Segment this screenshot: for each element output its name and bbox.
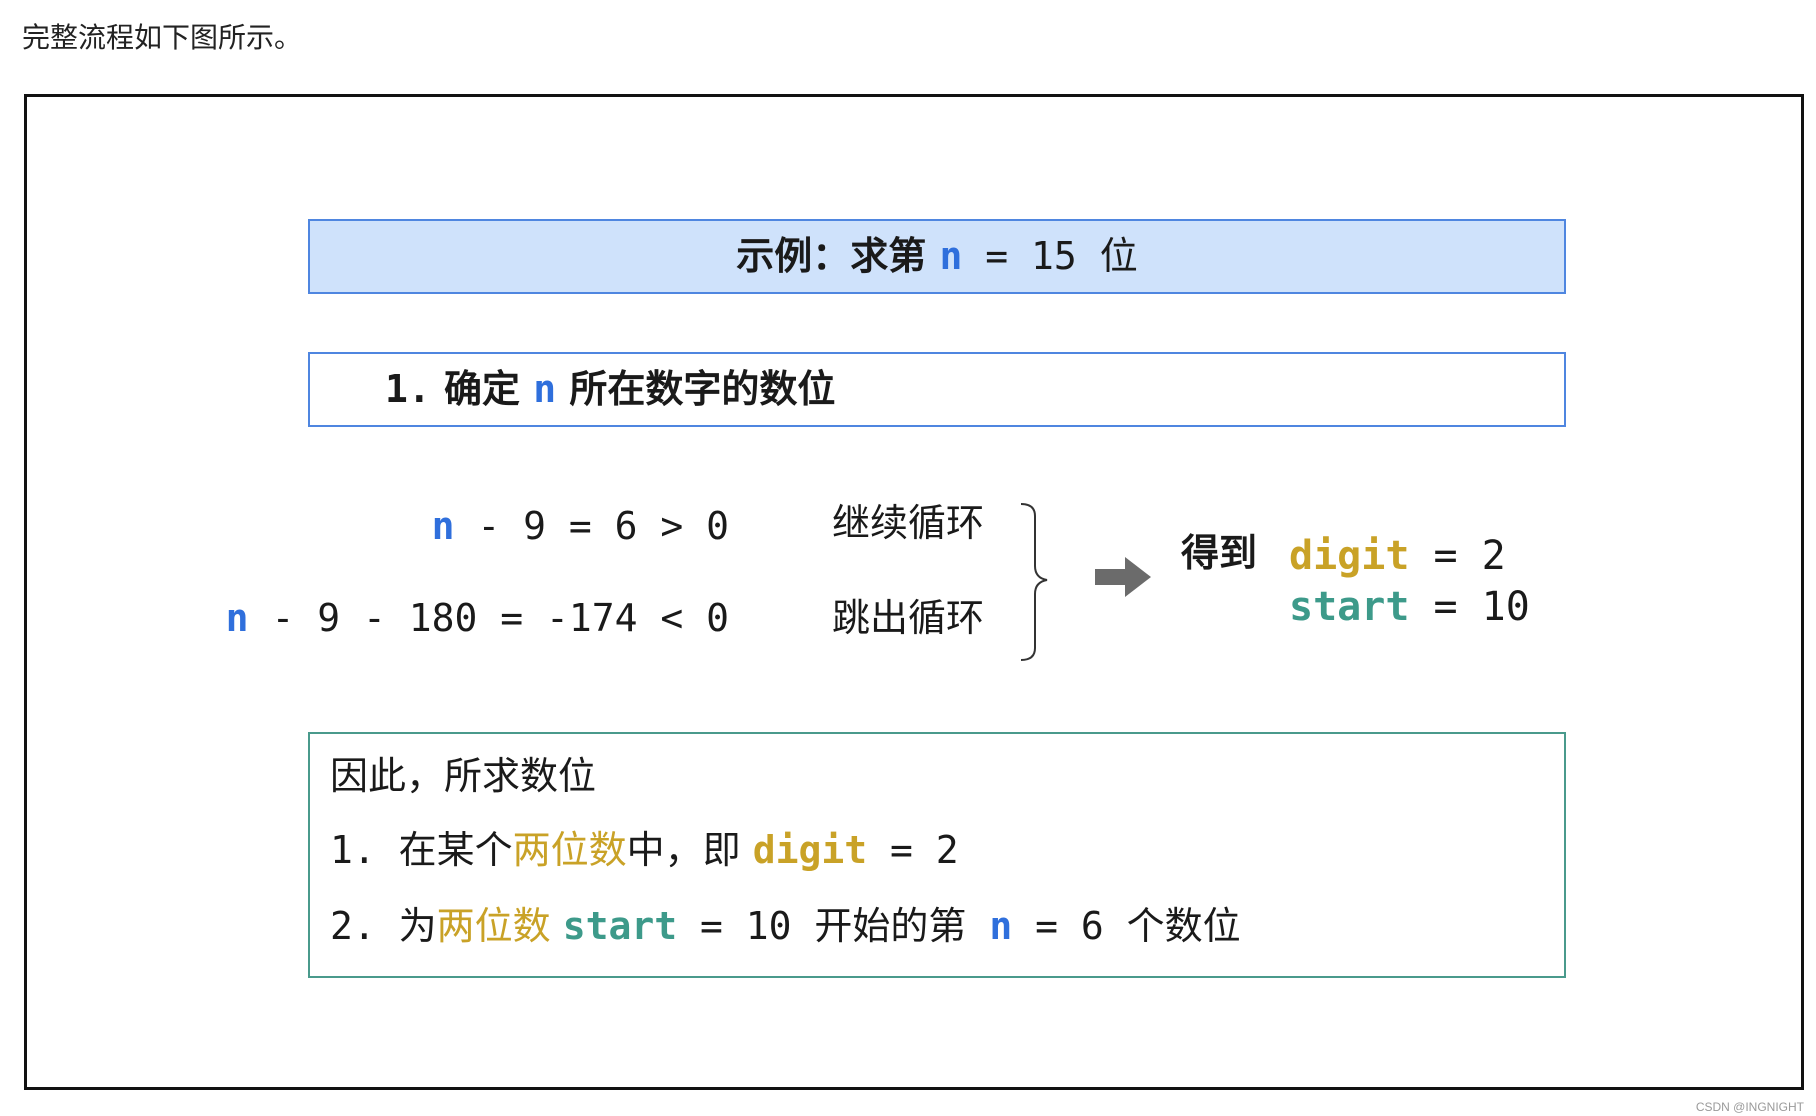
calc-line2-note: 跳出循环 — [832, 596, 985, 640]
result-digit-eq: = 2 — [1409, 533, 1506, 579]
title-prefix: 示例：求第 — [736, 234, 940, 278]
step-var: n — [533, 367, 557, 411]
conclusion-item1-tail: = 2 — [867, 828, 959, 872]
step-prefix: 确定 — [430, 367, 534, 411]
calc-line-continue: n - 9 = 6 > 0 — [432, 502, 729, 550]
example-title-box: 示例：求第 n = 15 位 — [308, 219, 1566, 294]
conclusion-item1-text-b: 中，即 — [626, 828, 753, 872]
conclusion-item1-num: 1. — [330, 828, 399, 872]
conclusion-heading: 因此，所求数位 — [330, 754, 597, 798]
result-label: 得到 — [1181, 531, 1258, 575]
result-digit-name: digit — [1289, 533, 1410, 579]
calc-line-break: n - 9 - 180 = -174 < 0 — [226, 594, 729, 642]
result-start-name: start — [1289, 584, 1410, 630]
intro-text: 完整流程如下图所示。 — [22, 21, 303, 54]
calc-line2-var: n — [225, 596, 249, 640]
conclusion-item2-tail: = 6 个数位 — [1012, 904, 1241, 948]
diagram-frame: 示例：求第 n = 15 位 1. 确定 n 所在数字的数位 n - 9 = 6… — [24, 94, 1804, 1090]
conclusion-item2-highlight: 两位数 — [436, 904, 551, 948]
conclusion-item1-highlight: 两位数 — [512, 828, 627, 872]
calc-line1-var: n — [431, 504, 455, 548]
conclusion-item1-text-a: 在某个 — [398, 828, 513, 872]
calc-line2-expr: - 9 - 180 = -174 < 0 — [248, 596, 729, 640]
right-brace-icon — [1020, 503, 1048, 661]
result-start-line: start = 10 — [1289, 583, 1530, 631]
conclusion-item-2: 2. 为两位数 start = 10 开始的第 n = 6 个数位 — [330, 900, 1241, 952]
step-box: 1. 确定 n 所在数字的数位 — [308, 352, 1566, 427]
conclusion-box: 因此，所求数位 1. 在某个两位数中，即 digit = 2 2. 为两位数 s… — [308, 732, 1566, 978]
title-suffix: = 15 位 — [962, 234, 1138, 278]
calc-line1-expr: - 9 = 6 > 0 — [454, 504, 729, 548]
right-arrow-icon — [1095, 557, 1151, 597]
conclusion-item2-num: 2. — [330, 904, 399, 948]
conclusion-item2-space — [551, 904, 563, 948]
conclusion-item2-var2: n — [989, 904, 1013, 948]
watermark-text: CSDN @INGNIGHT — [1695, 1100, 1804, 1114]
step-number: 1. — [385, 367, 431, 411]
conclusion-item2-text-a: 为 — [398, 904, 437, 948]
title-var: n — [939, 234, 963, 278]
result-start-eq: = 10 — [1409, 584, 1530, 630]
conclusion-item1-var: digit — [752, 828, 868, 872]
conclusion-item-1: 1. 在某个两位数中，即 digit = 2 — [330, 824, 959, 876]
conclusion-item2-mid: = 10 开始的第 — [677, 904, 990, 948]
step-suffix: 所在数字的数位 — [556, 367, 836, 411]
calc-line1-note: 继续循环 — [832, 501, 985, 545]
result-digit-line: digit = 2 — [1289, 532, 1506, 580]
conclusion-item2-var: start — [562, 904, 678, 948]
